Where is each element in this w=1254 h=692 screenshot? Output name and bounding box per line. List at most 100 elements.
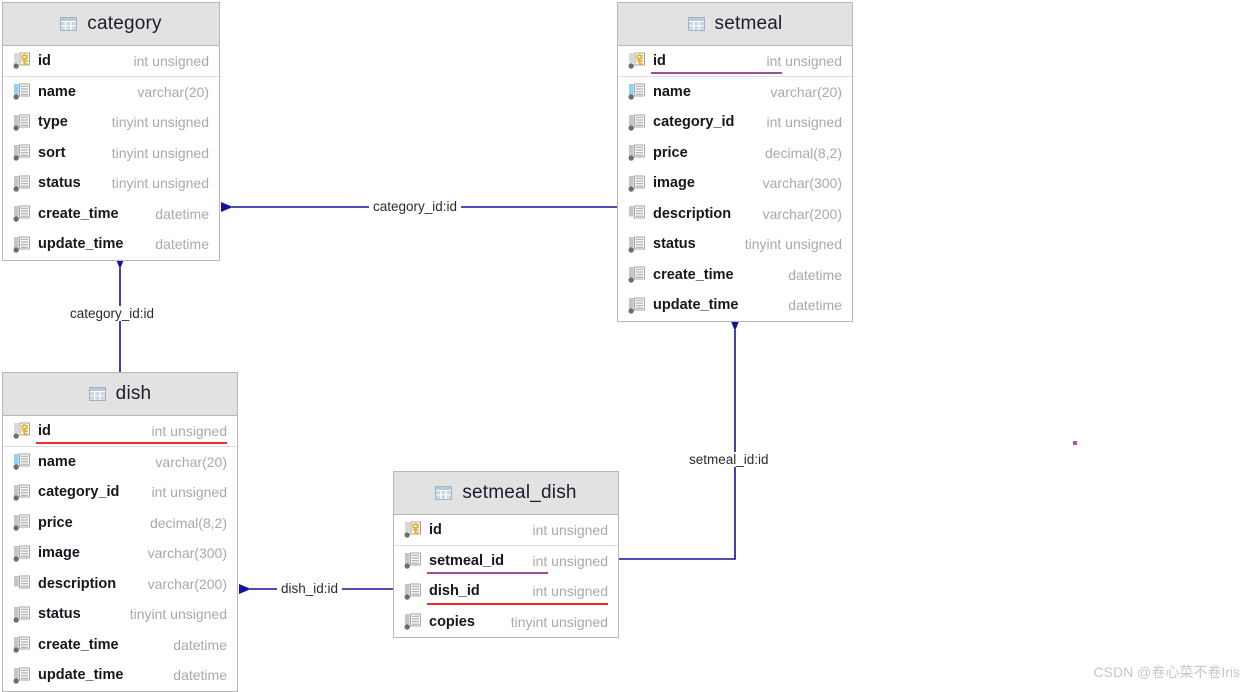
column-name: description <box>38 575 117 592</box>
column-icon <box>628 297 645 314</box>
entity-title: dish <box>115 383 152 404</box>
column-row[interactable]: setmeal_id int unsigned <box>394 546 618 577</box>
column-name: status <box>653 236 696 253</box>
column-row[interactable]: status tinyint unsigned <box>3 168 219 199</box>
watermark-text: CSDN @卷心菜不卷Iris <box>1093 664 1240 680</box>
column-name: setmeal_id <box>429 552 504 569</box>
column-name: update_time <box>38 236 124 253</box>
column-row[interactable]: copies tinyint unsigned <box>394 607 618 638</box>
column-row[interactable]: description varchar(200) <box>618 199 852 230</box>
column-name: create_time <box>653 266 734 283</box>
table-grid-icon <box>88 387 106 401</box>
column-plain-icon <box>629 205 645 219</box>
relationship-label-setmeal_dish-setmeal: setmeal_id:id <box>685 452 773 467</box>
column-name: sort <box>38 144 66 161</box>
column-icon <box>628 114 645 131</box>
foreign-key-underline <box>427 572 548 574</box>
column-icon <box>13 114 30 131</box>
column-row[interactable]: status tinyint unsigned <box>618 229 852 260</box>
column-row[interactable]: update_time datetime <box>3 229 219 260</box>
entity-header-dish[interactable]: dish <box>3 373 237 416</box>
column-icon <box>13 606 30 623</box>
column-type: int unsigned <box>151 422 227 439</box>
column-type: varchar(300) <box>147 545 227 562</box>
column-name: status <box>38 606 81 623</box>
column-icon <box>404 613 421 630</box>
column-type: int unsigned <box>151 484 227 501</box>
column-row[interactable]: id int unsigned <box>618 46 852 77</box>
column-row[interactable]: category_id int unsigned <box>618 107 852 138</box>
column-row[interactable]: dish_id int unsigned <box>394 576 618 607</box>
column-icon <box>404 583 421 600</box>
column-icon <box>628 175 645 192</box>
column-name: status <box>38 175 81 192</box>
column-name: price <box>38 514 73 531</box>
column-type: datetime <box>155 205 209 222</box>
table-grid-icon <box>687 17 705 31</box>
column-highlight-icon <box>13 83 30 100</box>
column-name: price <box>653 144 688 161</box>
column-type: varchar(20) <box>155 453 227 470</box>
column-type: int unsigned <box>532 583 608 600</box>
column-icon <box>628 266 645 283</box>
entity-title: setmeal <box>714 13 783 34</box>
relationship-label-dish-category: category_id:id <box>66 306 159 321</box>
relationship-label-setmeal-category: category_id:id <box>369 199 462 214</box>
column-row[interactable]: category_id int unsigned <box>3 477 237 508</box>
entity-table-setmeal_dish[interactable]: setmeal_dish id int unsigned setmeal_id int … <box>393 471 619 638</box>
column-row[interactable]: name varchar(20) <box>3 77 219 108</box>
entity-header-category[interactable]: category <box>3 3 219 46</box>
primary-key-icon <box>13 422 30 439</box>
column-type: varchar(200) <box>147 575 227 592</box>
column-row[interactable]: id int unsigned <box>3 416 237 447</box>
entity-table-dish[interactable]: dish id int unsigned name varchar(20) categor… <box>2 372 238 692</box>
column-row[interactable]: type tinyint unsigned <box>3 107 219 138</box>
entity-title: setmeal_dish <box>462 482 577 503</box>
column-row[interactable]: create_time datetime <box>3 199 219 230</box>
column-icon <box>13 144 30 161</box>
column-name: id <box>653 52 666 69</box>
primary-key-underline <box>427 602 608 605</box>
column-row[interactable]: description varchar(200) <box>3 569 237 600</box>
column-type: int unsigned <box>532 521 608 538</box>
column-row[interactable]: name varchar(20) <box>3 447 237 478</box>
column-row[interactable]: image varchar(300) <box>618 168 852 199</box>
entity-table-category[interactable]: category id int unsigned name varchar(20) typ… <box>2 2 220 261</box>
column-row[interactable]: price decimal(8,2) <box>3 508 237 539</box>
relationship-line-setmealdish-setmeal <box>619 319 740 560</box>
column-name: id <box>38 422 51 439</box>
relationship-label-setmeal_dish-dish: dish_id:id <box>277 581 343 596</box>
column-name: create_time <box>38 205 119 222</box>
column-row[interactable]: image varchar(300) <box>3 538 237 569</box>
column-row[interactable]: create_time datetime <box>3 630 237 661</box>
column-plain-icon <box>14 575 30 589</box>
column-name: description <box>653 205 732 222</box>
column-row[interactable]: sort tinyint unsigned <box>3 138 219 169</box>
column-row[interactable]: id int unsigned <box>394 515 618 546</box>
column-row[interactable]: update_time datetime <box>618 290 852 321</box>
column-name: category_id <box>38 484 120 501</box>
column-name: category_id <box>653 114 735 131</box>
column-row[interactable]: id int unsigned <box>3 46 219 77</box>
column-row[interactable]: create_time datetime <box>618 260 852 291</box>
column-name: image <box>653 175 695 192</box>
column-type: tinyint unsigned <box>510 613 608 630</box>
column-icon <box>13 484 30 501</box>
column-list: id int unsigned name varchar(20) category_id… <box>3 416 237 691</box>
column-list: id int unsigned name varchar(20) category_id… <box>618 46 852 321</box>
column-type: varchar(20) <box>137 83 209 100</box>
entity-header-setmeal[interactable]: setmeal <box>618 3 852 46</box>
entity-table-setmeal[interactable]: setmeal id int unsigned name varchar(20) cate… <box>617 2 853 322</box>
column-type: tinyint unsigned <box>111 114 209 131</box>
column-type: decimal(8,2) <box>764 144 842 161</box>
column-icon <box>13 545 30 562</box>
stray-pixel-artifact <box>1073 441 1077 445</box>
column-row[interactable]: status tinyint unsigned <box>3 599 237 630</box>
column-row[interactable]: update_time datetime <box>3 660 237 691</box>
column-type: varchar(20) <box>770 83 842 100</box>
column-row[interactable]: name varchar(20) <box>618 77 852 108</box>
column-type: tinyint unsigned <box>111 144 209 161</box>
entity-header-setmeal_dish[interactable]: setmeal_dish <box>394 472 618 515</box>
column-icon <box>628 144 645 161</box>
column-row[interactable]: price decimal(8,2) <box>618 138 852 169</box>
